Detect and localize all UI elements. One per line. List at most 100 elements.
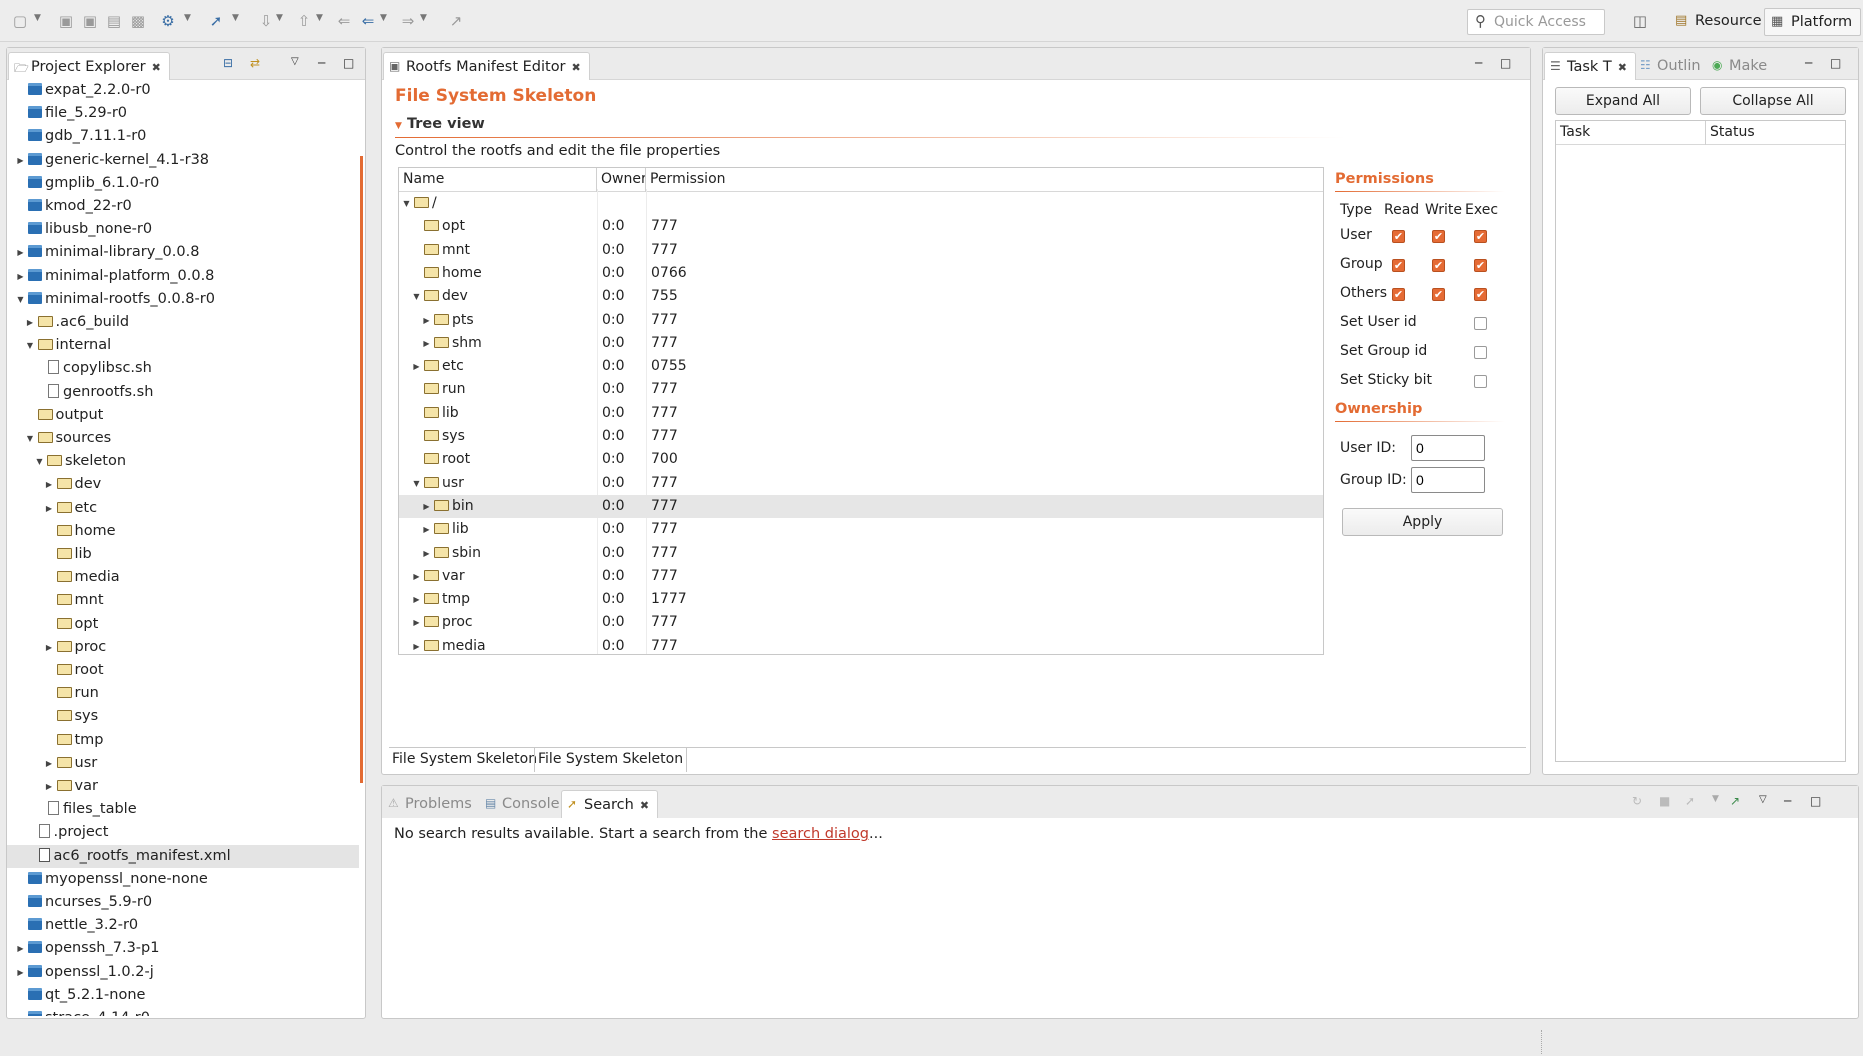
view-menu-icon[interactable]: ▽ <box>291 56 299 67</box>
collapse-arrow-icon[interactable]: ▶ <box>25 311 36 334</box>
collapse-arrow-icon[interactable]: ▶ <box>411 355 422 378</box>
tree-item[interactable]: ▶ minimal-platform_0.0.8 <box>7 265 359 288</box>
tree-item[interactable]: lib <box>7 543 359 566</box>
expand-arrow-icon[interactable]: ▼ <box>401 192 412 215</box>
save-all-icon[interactable]: ▣ <box>80 11 100 31</box>
tree-item[interactable]: gmplib_6.1.0-r0 <box>7 172 359 195</box>
tree-item[interactable]: mnt <box>7 589 359 612</box>
close-icon[interactable]: ✖ <box>152 61 161 74</box>
table-row[interactable]: ▶ media 0:0 777 <box>399 635 1323 654</box>
back-dropdown-icon[interactable]: ▼ <box>380 13 387 23</box>
minimize-icon[interactable]: ─ <box>1475 56 1482 70</box>
task-table[interactable]: Task Status <box>1555 120 1846 762</box>
tree-item[interactable]: copylibsc.sh <box>7 357 359 380</box>
user-exec-checkbox[interactable]: ✔ <box>1474 230 1487 243</box>
table-row[interactable]: sys 0:0 777 <box>399 425 1323 448</box>
pin-view-icon[interactable]: ↗ <box>1730 794 1740 808</box>
table-row[interactable]: ▶ pts 0:0 777 <box>399 309 1323 332</box>
group-write-checkbox[interactable]: ✔ <box>1432 259 1445 272</box>
user-read-checkbox[interactable]: ✔ <box>1392 230 1405 243</box>
collapse-arrow-icon[interactable]: ▶ <box>44 752 55 775</box>
collapse-arrow-icon[interactable]: ▶ <box>44 636 55 659</box>
stop-icon[interactable]: ■ <box>1659 794 1670 808</box>
collapse-arrow-icon[interactable]: ▶ <box>421 332 432 355</box>
tree-item[interactable]: ▶ openssh_7.3-p1 <box>7 937 359 960</box>
others-write-checkbox[interactable]: ✔ <box>1432 288 1445 301</box>
group-id-field[interactable] <box>1411 467 1485 493</box>
tree-item[interactable]: output <box>7 404 359 427</box>
expand-arrow-icon[interactable]: ▼ <box>411 472 422 495</box>
collapse-arrow-icon[interactable]: ▶ <box>44 497 55 520</box>
table-row[interactable]: ▶ shm 0:0 777 <box>399 332 1323 355</box>
tree-item[interactable]: expat_2.2.0-r0 <box>7 79 359 102</box>
tab-search[interactable]: ➚ Search ✖ <box>561 790 659 818</box>
maximize-icon[interactable]: □ <box>1810 794 1821 808</box>
table-row[interactable]: ▼ usr 0:0 777 <box>399 472 1323 495</box>
tree-item[interactable]: .project <box>7 821 359 844</box>
tree-item[interactable]: nettle_3.2-r0 <box>7 914 359 937</box>
set-flag-checkbox[interactable] <box>1474 346 1487 359</box>
user-id-field[interactable] <box>1411 435 1485 461</box>
tree-item[interactable]: genrootfs.sh <box>7 381 359 404</box>
group-exec-checkbox[interactable]: ✔ <box>1474 259 1487 272</box>
run-icon[interactable]: ➚ <box>206 11 226 31</box>
open-perspective-icon[interactable]: ◫ <box>1630 11 1650 31</box>
tree-item[interactable]: ▶ minimal-library_0.0.8 <box>7 241 359 264</box>
run-dropdown-icon[interactable]: ▼ <box>232 13 239 23</box>
apply-button[interactable]: Apply <box>1342 508 1503 536</box>
collapse-arrow-icon[interactable]: ▶ <box>411 588 422 611</box>
maximize-icon[interactable]: □ <box>1500 56 1511 70</box>
tab-task-list[interactable]: ☰ Task T ✖ <box>1544 52 1636 80</box>
tab-problems[interactable]: ⚠ Problems <box>383 790 480 818</box>
column-header-status[interactable]: Status <box>1706 121 1847 145</box>
build-icon[interactable]: ⚙ <box>158 11 178 31</box>
minimize-icon[interactable]: ─ <box>318 56 325 70</box>
search-history-dropdown-icon[interactable]: ▼ <box>1712 794 1719 804</box>
refresh-icon[interactable]: ↻ <box>1632 794 1642 808</box>
build-dropdown-icon[interactable]: ▼ <box>184 13 191 23</box>
expand-arrow-icon[interactable]: ▼ <box>411 285 422 308</box>
tab-make[interactable]: ◉ Make <box>1707 52 1775 80</box>
tree-item[interactable]: ncurses_5.9-r0 <box>7 891 359 914</box>
tree-item[interactable]: qt_5.2.1-none <box>7 984 359 1007</box>
table-row[interactable]: ▶ var 0:0 777 <box>399 565 1323 588</box>
tree-item[interactable]: kmod_22-r0 <box>7 195 359 218</box>
table-row[interactable]: root 0:0 700 <box>399 448 1323 471</box>
tree-item[interactable]: opt <box>7 613 359 636</box>
table-row[interactable]: ▶ sbin 0:0 777 <box>399 542 1323 565</box>
others-read-checkbox[interactable]: ✔ <box>1392 288 1405 301</box>
collapse-arrow-icon[interactable]: ▶ <box>421 542 432 565</box>
new-file-icon[interactable]: ▢ <box>10 11 30 31</box>
table-row[interactable]: opt 0:0 777 <box>399 215 1323 238</box>
tree-item[interactable]: ▶ usr <box>7 752 359 775</box>
expand-arrow-icon[interactable]: ▼ <box>15 288 26 311</box>
expand-arrow-icon[interactable]: ▼ <box>34 450 45 473</box>
group-read-checkbox[interactable]: ✔ <box>1392 259 1405 272</box>
column-header-permission[interactable]: Permission <box>646 168 1323 192</box>
table-row[interactable]: mnt 0:0 777 <box>399 239 1323 262</box>
maximize-icon[interactable]: □ <box>1830 56 1841 70</box>
tree-item[interactable]: run <box>7 682 359 705</box>
prev-annotation-dropdown-icon[interactable]: ▼ <box>316 13 323 23</box>
collapse-arrow-icon[interactable]: ▶ <box>421 518 432 541</box>
column-header-owner[interactable]: Owner <box>597 168 646 192</box>
tree-item[interactable]: media <box>7 566 359 589</box>
collapse-arrow-icon[interactable]: ▶ <box>44 473 55 496</box>
collapse-arrow-icon[interactable]: ▶ <box>44 775 55 798</box>
next-annotation-icon[interactable]: ⇩ <box>256 11 276 31</box>
tree-item[interactable]: tmp <box>7 729 359 752</box>
tab-outline[interactable]: ☷ Outlin <box>1635 52 1709 80</box>
tree-item[interactable]: ▶ generic-kernel_4.1-r38 <box>7 149 359 172</box>
pin-editor-icon[interactable]: ↗ <box>446 11 466 31</box>
search-history-icon[interactable]: ➚ <box>1685 794 1695 808</box>
others-exec-checkbox[interactable]: ✔ <box>1474 288 1487 301</box>
tree-item[interactable]: myopenssl_none-none <box>7 868 359 891</box>
tab-file-system-skeleton-2[interactable]: File System Skeleton <box>534 748 688 772</box>
forward-icon[interactable]: ⇒ <box>398 11 418 31</box>
new-dropdown-icon[interactable]: ▼ <box>34 13 41 23</box>
collapse-arrow-icon[interactable]: ▶ <box>15 149 26 172</box>
table-row[interactable]: ▼ dev 0:0 755 <box>399 285 1323 308</box>
back-icon[interactable]: ⇐ <box>358 11 378 31</box>
collapse-arrow-icon[interactable]: ▶ <box>421 309 432 332</box>
minimize-icon[interactable]: ─ <box>1784 794 1791 808</box>
